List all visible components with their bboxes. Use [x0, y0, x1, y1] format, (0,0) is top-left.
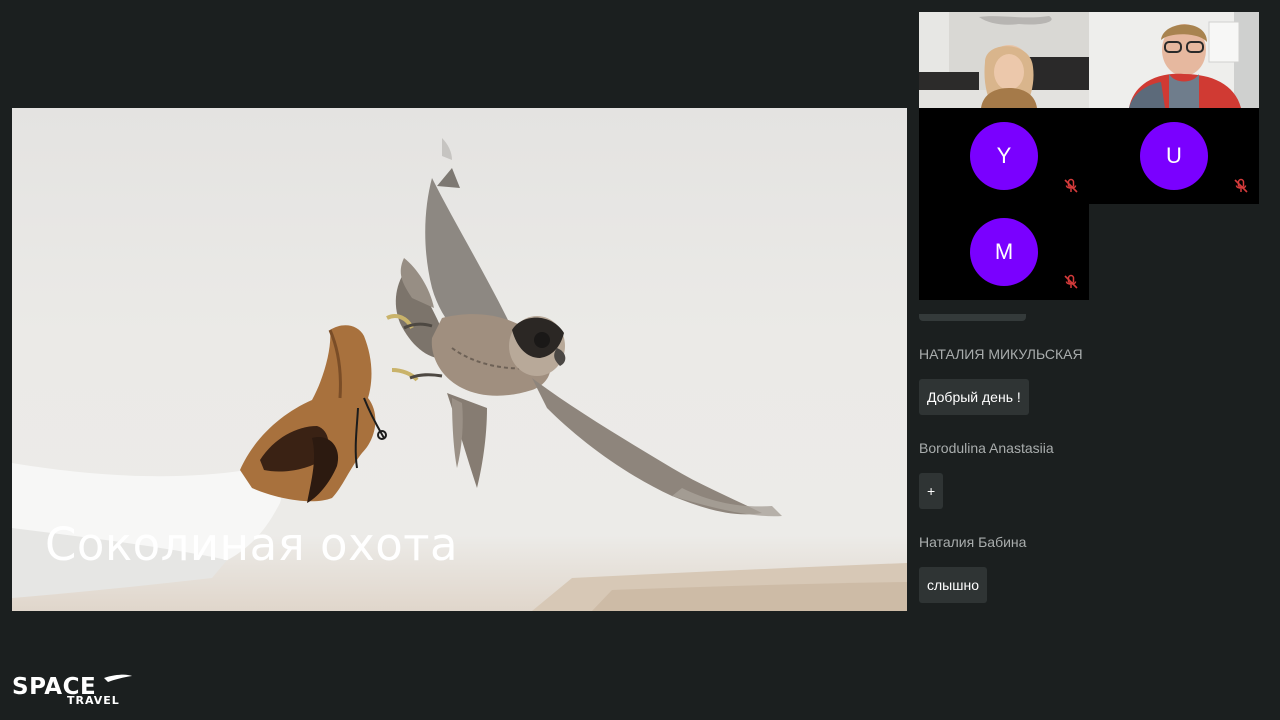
- mic-off-icon: [1234, 178, 1248, 193]
- participant-video-tile-2[interactable]: [1089, 12, 1259, 108]
- participant-tile-u[interactable]: U: [1089, 108, 1259, 204]
- participant-video-1: [919, 12, 1089, 108]
- shared-presentation-slide: Соколиная охота: [12, 108, 907, 611]
- participant-tile-y[interactable]: Y: [919, 108, 1089, 204]
- mic-off-icon: [1064, 274, 1078, 289]
- participant-tile-m[interactable]: M: [919, 204, 1089, 300]
- chat-scroll-edge: [919, 314, 1026, 321]
- participant-avatar: M: [970, 218, 1038, 286]
- chat-message-author: Наталия Бабина: [919, 534, 1027, 550]
- participant-video-2: [1089, 12, 1259, 108]
- mic-off-icon: [1064, 178, 1078, 193]
- participant-avatar: U: [1140, 122, 1208, 190]
- chat-message-bubble: Добрый день !: [919, 379, 1029, 415]
- chat-message-bubble: слышно: [919, 567, 987, 603]
- chat-message-author: НАТАЛИЯ МИКУЛЬСКАЯ: [919, 346, 1083, 362]
- space-travel-logo: SPACE TRAVEL: [12, 672, 137, 712]
- chat-message-bubble: +: [919, 473, 944, 509]
- slide-caption: Соколиная охота: [45, 518, 459, 571]
- chat-message-author: Borodulina Anastasiia: [919, 440, 1054, 456]
- conference-window: Соколиная охота Y U M НАТАЛИЯ МИКУЛЬСКАЯ…: [0, 0, 1280, 720]
- participant-avatar: Y: [970, 122, 1038, 190]
- logo-line-2: TRAVEL: [67, 694, 120, 707]
- participant-video-tile-1[interactable]: [919, 12, 1089, 108]
